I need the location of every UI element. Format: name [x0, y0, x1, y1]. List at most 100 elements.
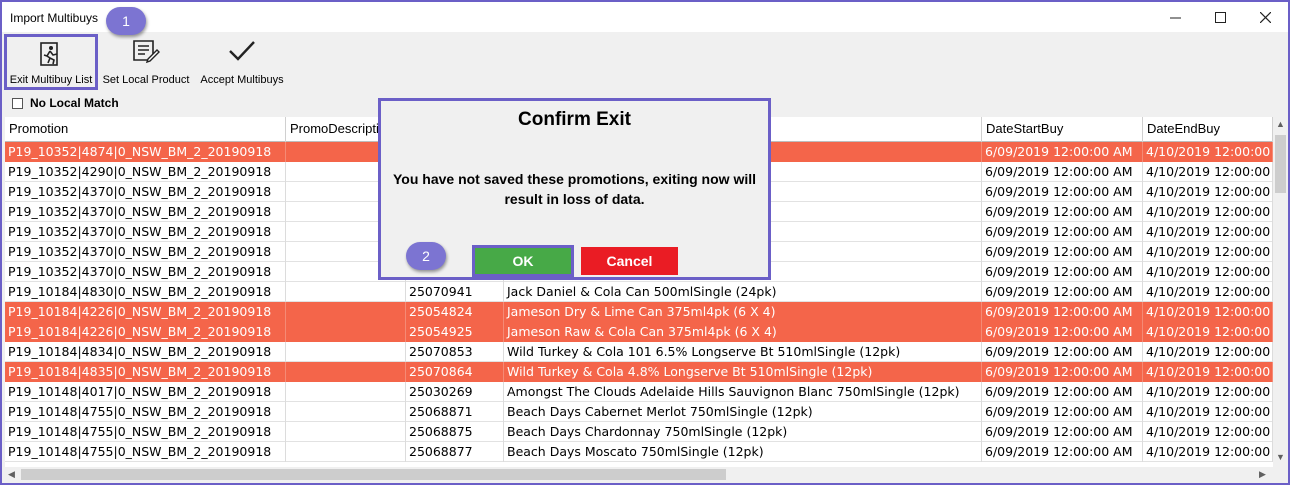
table-row[interactable]: P19_10184|4226|0_NSW_BM_2_20190918 250548…	[5, 302, 1273, 322]
no-local-match-filter[interactable]: No Local Match	[12, 96, 119, 110]
table-row[interactable]: P19_10184|4835|0_NSW_BM_2_20190918 250708…	[5, 362, 1273, 382]
cell-promotion: P19_10184|4835|0_NSW_BM_2_20190918	[5, 362, 286, 382]
cell-date-start-buy: 6/09/2019 12:00:00 AM	[982, 222, 1143, 242]
table-row[interactable]: P19_10148|4755|0_NSW_BM_2_20190918 250688…	[5, 422, 1273, 442]
checkmark-icon	[227, 34, 257, 68]
cell-date-end-buy: 4/10/2019 12:00:00 AM	[1143, 362, 1273, 382]
accept-multibuys-button[interactable]: Accept Multibuys	[196, 34, 288, 90]
cell-promotion: P19_10352|4370|0_NSW_BM_2_20190918	[5, 222, 286, 242]
no-local-match-label: No Local Match	[30, 96, 119, 110]
cell-date-start-buy: 6/09/2019 12:00:00 AM	[982, 182, 1143, 202]
scroll-down-icon[interactable]: ▼	[1276, 452, 1285, 462]
scroll-right-icon[interactable]: ▶	[1259, 469, 1266, 480]
cell-col-3: 25070864	[406, 362, 504, 382]
horizontal-scroll-thumb[interactable]	[21, 469, 726, 480]
cell-date-start-buy: 6/09/2019 12:00:00 AM	[982, 442, 1143, 462]
cell-date-start-buy: 6/09/2019 12:00:00 AM	[982, 302, 1143, 322]
cell-date-end-buy: 4/10/2019 12:00:00 AM	[1143, 202, 1273, 222]
step-2-badge: 2	[406, 242, 446, 270]
cell-col-4: Beach Days Moscato 750mlSingle (12pk)	[504, 442, 982, 462]
cell-date-end-buy: 4/10/2019 12:00:00 AM	[1143, 262, 1273, 282]
cell-promo-description	[286, 382, 406, 402]
cell-promo-description	[286, 322, 406, 342]
toolbar: Exit Multibuy List Set Local Product Acc…	[2, 32, 1288, 92]
scroll-up-icon[interactable]: ▲	[1276, 119, 1285, 129]
cell-date-start-buy: 6/09/2019 12:00:00 AM	[982, 422, 1143, 442]
cell-date-end-buy: 4/10/2019 12:00:00 AM	[1143, 442, 1273, 462]
title-bar: Import Multibuys	[2, 2, 1288, 32]
vertical-scrollbar[interactable]: ▲ ▼	[1273, 117, 1288, 467]
dialog-message: You have not saved these promotions, exi…	[392, 171, 756, 207]
ok-button[interactable]: OK	[472, 245, 574, 277]
table-row[interactable]: P19_10148|4755|0_NSW_BM_2_20190918 250688…	[5, 402, 1273, 422]
cell-promotion: P19_10148|4755|0_NSW_BM_2_20190918	[5, 402, 286, 422]
table-row[interactable]: P19_10148|4017|0_NSW_BM_2_20190918 250302…	[5, 382, 1273, 402]
set-local-product-button[interactable]: Set Local Product	[100, 34, 192, 90]
cell-date-start-buy: 6/09/2019 12:00:00 AM	[982, 142, 1143, 162]
cell-promotion: P19_10352|4370|0_NSW_BM_2_20190918	[5, 202, 286, 222]
column-header-promotion[interactable]: Promotion	[5, 117, 286, 142]
cell-promo-description	[286, 442, 406, 462]
cell-promotion: P19_10184|4834|0_NSW_BM_2_20190918	[5, 342, 286, 362]
cell-date-end-buy: 4/10/2019 12:00:00 AM	[1143, 322, 1273, 342]
cell-col-4: Wild Turkey & Cola 101 6.5% Longserve Bt…	[504, 342, 982, 362]
horizontal-scrollbar[interactable]: ◀ ▶	[5, 467, 1273, 482]
column-header-date-start-buy[interactable]: DateStartBuy	[982, 117, 1143, 142]
table-row[interactable]: P19_10184|4226|0_NSW_BM_2_20190918 250549…	[5, 322, 1273, 342]
cancel-button[interactable]: Cancel	[581, 247, 678, 275]
cell-promotion: P19_10148|4755|0_NSW_BM_2_20190918	[5, 442, 286, 462]
cell-col-3: 25068871	[406, 402, 504, 422]
cell-col-4: Jack Daniel & Cola Can 500mlSingle (24pk…	[504, 282, 982, 302]
cell-promotion: P19_10352|4874|0_NSW_BM_2_20190918	[5, 142, 286, 162]
no-local-match-checkbox[interactable]	[12, 97, 23, 109]
cell-promo-description	[286, 302, 406, 322]
cell-date-end-buy: 4/10/2019 12:00:00 AM	[1143, 162, 1273, 182]
cell-date-end-buy: 4/10/2019 12:00:00 AM	[1143, 382, 1273, 402]
cell-promo-description	[286, 282, 406, 302]
cell-promotion: P19_10352|4370|0_NSW_BM_2_20190918	[5, 242, 286, 262]
cell-promotion: P19_10148|4017|0_NSW_BM_2_20190918	[5, 382, 286, 402]
cell-date-start-buy: 6/09/2019 12:00:00 AM	[982, 162, 1143, 182]
cell-date-end-buy: 4/10/2019 12:00:00 AM	[1143, 302, 1273, 322]
exit-multibuy-list-button[interactable]: Exit Multibuy List	[4, 34, 98, 90]
cell-promotion: P19_10184|4226|0_NSW_BM_2_20190918	[5, 322, 286, 342]
accept-multibuys-label: Accept Multibuys	[200, 74, 284, 86]
cell-col-4: Jameson Raw & Cola Can 375ml4pk (6 X 4)	[504, 322, 982, 342]
step-1-badge: 1	[106, 7, 146, 35]
scroll-left-icon[interactable]: ◀	[8, 469, 15, 480]
minimize-icon	[1169, 17, 1181, 18]
list-edit-icon	[131, 34, 161, 68]
cell-col-3: 25070941	[406, 282, 504, 302]
cell-promo-description	[286, 422, 406, 442]
column-header-date-end-buy[interactable]: DateEndBuy	[1143, 117, 1273, 142]
table-row[interactable]: P19_10148|4755|0_NSW_BM_2_20190918 250688…	[5, 442, 1273, 462]
set-local-product-label: Set Local Product	[102, 74, 190, 86]
cell-promotion: P19_10352|4290|0_NSW_BM_2_20190918	[5, 162, 286, 182]
table-row[interactable]: P19_10184|4834|0_NSW_BM_2_20190918 250708…	[5, 342, 1273, 362]
cell-col-4: Amongst The Clouds Adelaide Hills Sauvig…	[504, 382, 982, 402]
cell-col-4: Wild Turkey & Cola 4.8% Longserve Bt 510…	[504, 362, 982, 382]
maximize-icon	[1214, 11, 1226, 23]
cell-promo-description	[286, 362, 406, 382]
cell-date-start-buy: 6/09/2019 12:00:00 AM	[982, 322, 1143, 342]
cell-date-start-buy: 6/09/2019 12:00:00 AM	[982, 262, 1143, 282]
cell-date-start-buy: 6/09/2019 12:00:00 AM	[982, 402, 1143, 422]
table-row[interactable]: P19_10184|4830|0_NSW_BM_2_20190918 250709…	[5, 282, 1273, 302]
cell-col-3: 25070853	[406, 342, 504, 362]
cell-date-end-buy: 4/10/2019 12:00:00 AM	[1143, 222, 1273, 242]
close-window-button[interactable]	[1243, 2, 1287, 32]
minimize-button[interactable]	[1153, 2, 1197, 32]
vertical-scroll-thumb[interactable]	[1275, 135, 1286, 193]
cell-date-end-buy: 4/10/2019 12:00:00 AM	[1143, 422, 1273, 442]
cell-date-end-buy: 4/10/2019 12:00:00 AM	[1143, 242, 1273, 262]
cell-promotion: P19_10148|4755|0_NSW_BM_2_20190918	[5, 422, 286, 442]
cell-date-start-buy: 6/09/2019 12:00:00 AM	[982, 382, 1143, 402]
import-multibuys-window: Import Multibuys Exit Multibuy List Set …	[0, 0, 1290, 485]
cell-col-3: 25068877	[406, 442, 504, 462]
dialog-title: Confirm Exit	[518, 109, 631, 130]
cell-promo-description	[286, 402, 406, 422]
maximize-button[interactable]	[1198, 2, 1242, 32]
cell-col-3: 25030269	[406, 382, 504, 402]
cell-date-end-buy: 4/10/2019 12:00:00 AM	[1143, 282, 1273, 302]
exit-multibuy-list-label: Exit Multibuy List	[9, 74, 93, 86]
